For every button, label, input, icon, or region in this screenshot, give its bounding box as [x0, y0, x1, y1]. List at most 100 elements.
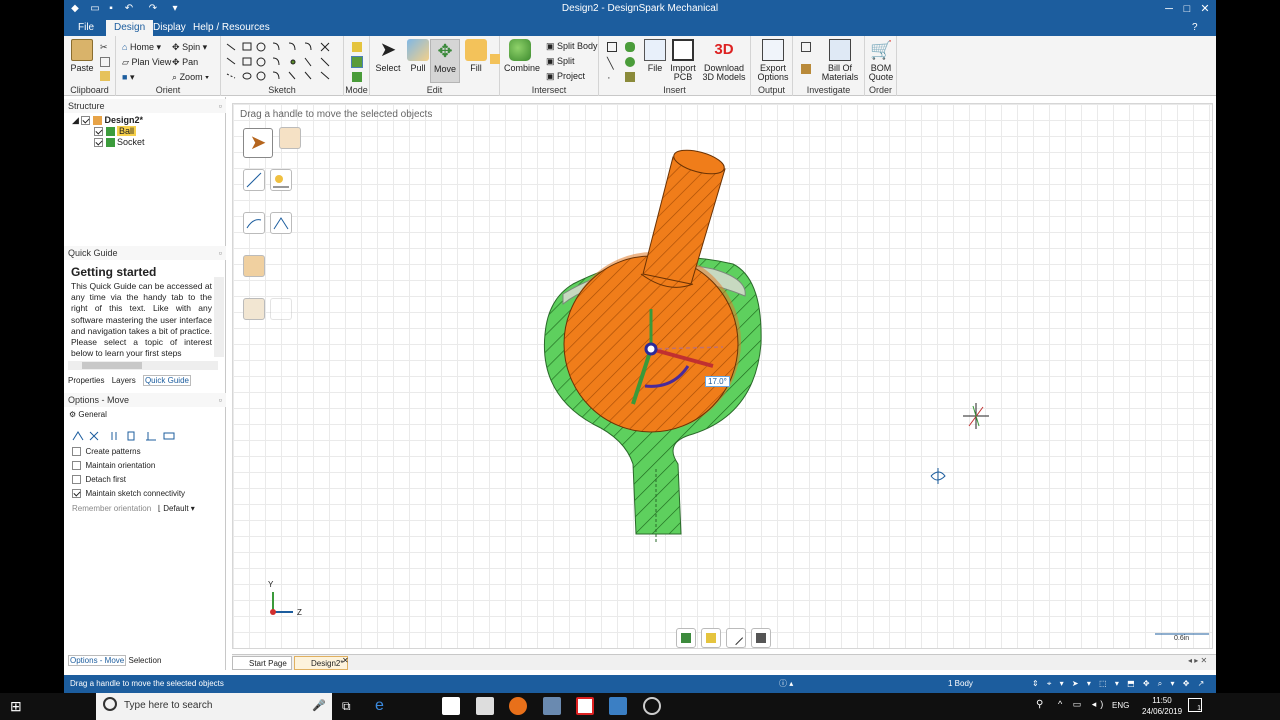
ball-checkbox[interactable]: [94, 127, 103, 137]
detach-first-checkbox[interactable]: [72, 475, 81, 485]
edge-icon[interactable]: e: [375, 697, 393, 715]
clock[interactable]: 11:50 24/06/2019: [1142, 695, 1182, 717]
minimize-button[interactable]: ─: [1160, 1, 1178, 17]
shell-icon[interactable]: [625, 72, 635, 82]
paste-button[interactable]: Paste: [70, 39, 94, 73]
taskbar-search[interactable]: Type here to search 🎤: [96, 693, 332, 720]
measure-icon[interactable]: [801, 42, 811, 52]
tab-help-resources[interactable]: Help / Resources: [185, 20, 278, 36]
spin-button[interactable]: ✥ Spin ▾: [172, 42, 207, 53]
help-icon[interactable]: ?: [1192, 20, 1198, 36]
select-button[interactable]: ➤ Select: [374, 39, 402, 73]
chevron-down-icon[interactable]: ▾: [191, 504, 195, 513]
tree-root[interactable]: ◢ Design2*: [72, 115, 143, 126]
plane-icon[interactable]: [607, 42, 617, 52]
selection-filter-icon[interactable]: ⇕ ⌖ ▾ ➤ ▾ ⬚ ▾ ⬒ ✥ ⌕ ▾ ✥ ↗ ↗: [1032, 675, 1216, 693]
sketch-mode-icon[interactable]: [352, 42, 362, 52]
firefox-icon[interactable]: [509, 697, 527, 715]
sketch-plane-icon[interactable]: [701, 628, 721, 648]
move-options-icon[interactable]: [72, 430, 182, 442]
cut-icon[interactable]: ✂: [100, 42, 110, 52]
mail-icon[interactable]: [476, 697, 494, 715]
ball-body[interactable]: [563, 146, 741, 433]
tab-properties[interactable]: Properties: [68, 376, 104, 385]
tab-file[interactable]: File: [70, 20, 102, 36]
pin-icon[interactable]: ▫: [219, 246, 222, 260]
split-body-button[interactable]: ▣ Split Body: [546, 41, 598, 52]
format-painter-icon[interactable]: [100, 71, 110, 81]
scroll-thumb[interactable]: [82, 362, 142, 369]
solid-view-icon[interactable]: [676, 628, 696, 648]
maintain-sketch-option[interactable]: Maintain sketch connectivity: [72, 488, 185, 499]
remember-orientation-select[interactable]: Default: [163, 504, 188, 513]
general-section[interactable]: ⚙ General: [69, 409, 107, 420]
tab-design2[interactable]: Design2*: [294, 656, 349, 670]
angle-input[interactable]: 17.0°: [705, 376, 730, 387]
tree-item-socket[interactable]: Socket: [94, 137, 145, 148]
tab-selection[interactable]: Selection: [128, 656, 161, 665]
microphone-icon[interactable]: 🎤: [312, 699, 326, 712]
people-icon[interactable]: ⚲: [1036, 699, 1043, 710]
horizontal-scrollbar[interactable]: [68, 361, 218, 370]
pin-icon[interactable]: ▫: [219, 99, 222, 113]
split-button[interactable]: ▣ Split: [546, 56, 575, 67]
tab-quick-guide[interactable]: Quick Guide: [142, 375, 191, 386]
tab-layers[interactable]: Layers: [112, 376, 136, 385]
tab-options-move[interactable]: Options - Move: [68, 655, 127, 666]
maintain-orientation-option[interactable]: Maintain orientation: [72, 460, 155, 471]
view-cube-button[interactable]: ■ ▾: [122, 72, 134, 83]
socket-checkbox[interactable]: [94, 138, 103, 148]
maintain-sketch-checkbox[interactable]: [72, 489, 81, 499]
detach-first-option[interactable]: Detach first: [72, 474, 126, 485]
point-icon[interactable]: ·: [607, 72, 617, 84]
system-tray-icons[interactable]: ^ ▭ ◂): [1058, 699, 1107, 710]
bom-quote-button[interactable]: 🛒 BOM Quote: [867, 39, 895, 82]
windows-start-icon[interactable]: ⊞: [10, 699, 24, 713]
tab-nav-icon[interactable]: ◂ ▸ ✕: [1188, 656, 1207, 665]
fill-button[interactable]: Fill: [462, 39, 490, 73]
import-pcb-button[interactable]: Import PCB: [669, 39, 697, 82]
sketch-tools-icon[interactable]: [221, 38, 344, 86]
expand-icon[interactable]: ◢: [72, 115, 79, 125]
bill-of-materials-button[interactable]: Bill Of Materials: [819, 39, 861, 82]
designspark-pcb-icon[interactable]: [609, 697, 627, 715]
move-button[interactable]: ✥ Move: [430, 39, 460, 83]
home-button[interactable]: ⌂ Home ▾: [122, 42, 161, 53]
close-button[interactable]: ✕: [1196, 1, 1214, 17]
3d-mode-icon[interactable]: [352, 72, 362, 82]
root-checkbox[interactable]: [81, 116, 91, 126]
3d-viewport[interactable]: Drag a handle to move the selected objec…: [232, 103, 1213, 649]
sphere-icon[interactable]: [625, 57, 635, 67]
copy-icon[interactable]: [100, 57, 110, 67]
task-view-icon[interactable]: ⧉: [342, 699, 351, 714]
app-icon[interactable]: [543, 697, 561, 715]
notification-icon[interactable]: 1: [1188, 698, 1202, 712]
export-options-button[interactable]: Export Options: [755, 39, 791, 82]
blend-icon[interactable]: [490, 54, 500, 64]
create-patterns-option[interactable]: Create patterns: [72, 446, 141, 457]
tab-start-page[interactable]: Start Page: [232, 656, 292, 670]
axis-icon[interactable]: ╲: [607, 57, 617, 70]
insert-file-button[interactable]: File: [641, 39, 669, 73]
camera-icon[interactable]: [643, 697, 661, 715]
mass-icon[interactable]: [801, 64, 811, 74]
quick-guide-scrollbar[interactable]: [214, 277, 224, 357]
line-tool-icon[interactable]: [726, 628, 746, 648]
info-icon[interactable]: ⓘ ▴: [779, 675, 793, 693]
store-icon[interactable]: [442, 697, 460, 715]
maintain-orientation-checkbox[interactable]: [72, 461, 81, 471]
pin-icon[interactable]: ▫: [219, 393, 222, 407]
plan-view-button[interactable]: ▱ Plan View: [122, 57, 171, 68]
language-indicator[interactable]: ENG: [1112, 701, 1129, 710]
designspark-icon[interactable]: [576, 697, 594, 715]
pull-button[interactable]: Pull: [404, 39, 432, 73]
cylinder-icon[interactable]: [625, 42, 635, 52]
create-patterns-checkbox[interactable]: [72, 447, 81, 457]
tree-item-ball[interactable]: Ball: [94, 126, 137, 137]
close-tab-icon[interactable]: ✕: [342, 656, 349, 665]
maximize-button[interactable]: □: [1178, 1, 1196, 17]
download-3d-models-button[interactable]: 3D Download 3D Models: [699, 39, 749, 82]
project-button[interactable]: ▣ Project: [546, 71, 585, 82]
zoom-button[interactable]: ⌕ Zoom ▾: [172, 72, 209, 83]
section-mode-icon[interactable]: [351, 56, 363, 68]
